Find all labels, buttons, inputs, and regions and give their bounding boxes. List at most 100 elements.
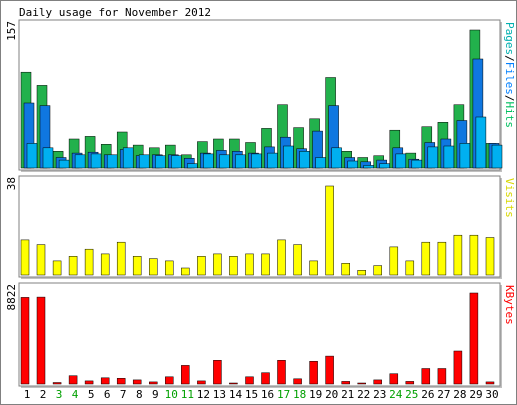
bar-visits-day-5 — [84, 248, 94, 276]
bar-kbytes-day-1 — [20, 297, 30, 385]
bar-visits-day-16 — [261, 253, 270, 276]
bar-pages-day-14 — [235, 154, 246, 169]
x-tick-label: 26 — [421, 388, 434, 401]
bar-pages-day-15 — [251, 153, 262, 169]
bar-visits-day-6 — [100, 253, 110, 276]
bar-visits-day-20 — [325, 185, 334, 276]
bar-kbytes-day-5 — [84, 380, 94, 385]
bar-visits-day-24 — [389, 246, 399, 276]
x-tick-label: 17 — [277, 388, 290, 401]
legend-entry: Visits — [503, 178, 516, 218]
bar-kbytes-day-13 — [213, 360, 222, 385]
legend-entry: / — [503, 55, 516, 62]
chart-canvas: Daily usage for November 2012 157 Pages/F… — [0, 0, 517, 405]
x-tick-label: 14 — [229, 388, 243, 401]
bar-pages-day-1 — [26, 143, 38, 169]
bar-pages-day-18 — [299, 151, 310, 169]
bar-kbytes-day-18 — [293, 378, 302, 385]
y-max-label: 8822 — [5, 284, 18, 311]
x-tick-label: 8 — [136, 388, 143, 401]
x-tick-label: 11 — [181, 388, 194, 401]
bar-visits-day-9 — [149, 258, 158, 276]
x-tick-label: 27 — [437, 388, 450, 401]
bar-pages-day-5 — [90, 153, 102, 169]
bar-kbytes-day-10 — [165, 376, 174, 385]
bar-kbytes-day-4 — [68, 375, 78, 385]
bar-pages-day-25 — [411, 159, 423, 169]
x-tick-label: 7 — [120, 388, 127, 401]
bar-visits-day-7 — [116, 241, 126, 276]
x-tick-label: 5 — [88, 388, 95, 401]
x-tick-label: 22 — [357, 388, 370, 401]
panels-layer: 157 Pages/Files/Hits38 Visits8822 KBytes — [5, 19, 516, 388]
bar-kbytes-day-11 — [181, 365, 190, 385]
x-tick-label: 16 — [261, 388, 274, 401]
y-max-label: 38 — [5, 177, 18, 190]
x-tick-label: 9 — [152, 388, 159, 401]
bar-pages-day-6 — [106, 154, 118, 169]
bar-pages-day-7 — [122, 147, 134, 169]
bar-kbytes-day-21 — [341, 381, 350, 385]
bar-pages-day-19 — [315, 157, 326, 169]
bar-kbytes-day-19 — [309, 361, 318, 385]
bar-kbytes-day-30 — [485, 381, 495, 385]
x-tick-label: 24 — [389, 388, 403, 401]
bar-pages-day-30 — [491, 144, 503, 169]
bar-kbytes-day-17 — [277, 360, 286, 385]
x-tick-label: 25 — [405, 388, 418, 401]
x-tick-label: 21 — [341, 388, 354, 401]
bar-visits-day-2 — [36, 244, 46, 276]
bar-visits-day-14 — [229, 256, 238, 276]
bar-visits-day-23 — [373, 265, 382, 276]
bar-pages-day-13 — [219, 154, 230, 169]
bar-kbytes-day-3 — [52, 382, 62, 385]
bar-pages-day-10 — [171, 155, 182, 169]
bar-kbytes-day-8 — [132, 379, 142, 385]
bar-pages-day-22 — [363, 165, 374, 169]
bar-kbytes-day-25 — [405, 381, 415, 385]
bar-pages-day-2 — [42, 147, 54, 169]
x-tick-label: 28 — [453, 388, 466, 401]
bar-kbytes-day-24 — [389, 373, 399, 385]
bar-visits-day-21 — [341, 263, 350, 276]
bar-visits-day-11 — [181, 267, 190, 276]
bar-kbytes-day-28 — [453, 350, 463, 385]
bar-visits-day-22 — [357, 270, 366, 276]
bar-pages-day-26 — [427, 146, 439, 169]
bar-visits-day-12 — [197, 256, 206, 276]
bar-pages-day-20 — [331, 147, 342, 169]
bar-pages-day-21 — [347, 160, 358, 169]
bar-kbytes-day-9 — [149, 381, 158, 385]
x-tick-label: 19 — [309, 388, 322, 401]
legend-hits: Pages/Files/Hits — [503, 22, 516, 128]
legend-entry: / — [503, 95, 516, 102]
bar-pages-day-17 — [283, 145, 294, 169]
bar-visits-day-8 — [132, 256, 142, 276]
bar-visits-day-19 — [309, 260, 318, 276]
legend-entry: Pages — [503, 22, 516, 55]
bar-visits-day-13 — [213, 253, 222, 276]
x-tick-label: 13 — [213, 388, 226, 401]
x-tick-label: 12 — [197, 388, 210, 401]
bar-kbytes-day-20 — [325, 355, 334, 385]
x-tick-label: 6 — [104, 388, 111, 401]
bar-visits-day-15 — [245, 253, 254, 276]
bar-kbytes-day-2 — [36, 296, 46, 385]
x-tick-label: 10 — [165, 388, 178, 401]
bar-kbytes-day-29 — [469, 292, 479, 385]
bar-kbytes-day-7 — [116, 378, 126, 385]
bar-pages-day-16 — [267, 152, 278, 169]
bar-pages-day-9 — [155, 155, 166, 169]
legend-entry: Files — [503, 62, 516, 95]
bar-kbytes-day-27 — [437, 368, 447, 385]
legend-entry: Hits — [503, 102, 516, 129]
bar-visits-day-18 — [293, 244, 302, 276]
bar-visits-day-29 — [469, 234, 479, 276]
bar-visits-day-10 — [165, 260, 174, 276]
bar-kbytes-day-22 — [357, 382, 366, 385]
bar-visits-day-17 — [277, 239, 286, 276]
x-tick-label: 20 — [325, 388, 338, 401]
bar-kbytes-day-16 — [261, 372, 270, 385]
x-tick-label: 29 — [469, 388, 482, 401]
x-tick-label: 15 — [245, 388, 258, 401]
